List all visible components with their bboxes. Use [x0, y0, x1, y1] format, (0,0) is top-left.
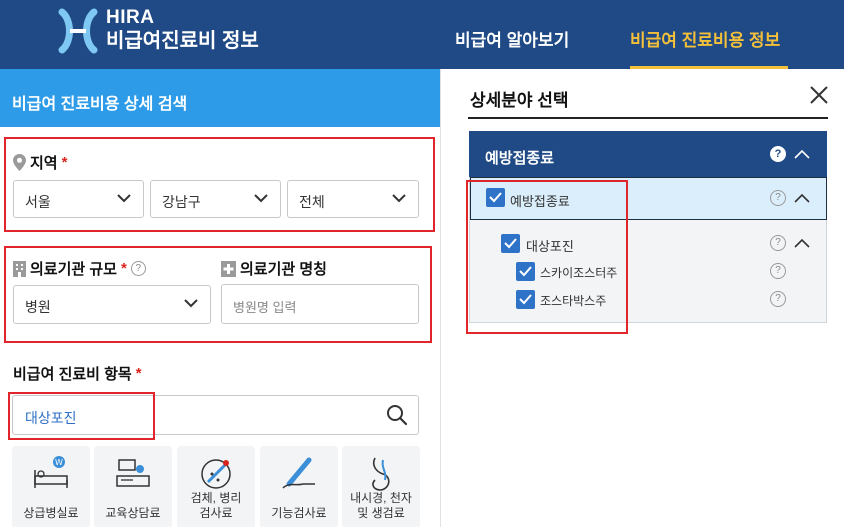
highlight-institution	[4, 246, 432, 343]
brand-line1: HIRA	[106, 7, 155, 28]
hira-logo-icon[interactable]	[58, 8, 98, 54]
nav-noncovered-info[interactable]: 비급여 알아보기	[455, 26, 569, 51]
detail-panel-title: 상세분야 선택	[470, 91, 569, 110]
category-label: 내시경, 천자 및 생검료	[350, 491, 412, 520]
help-icon[interactable]: ?	[770, 190, 786, 206]
help-icon[interactable]: ?	[770, 263, 786, 279]
category-label: 검체, 병리 검사료	[190, 491, 242, 520]
help-icon[interactable]: ?	[770, 291, 786, 307]
search-icon[interactable]	[386, 404, 408, 426]
top-header: HIRA 비급여진료비 정보 비급여 알아보기 비급여 진료비용 정보	[0, 0, 844, 69]
highlight-item	[8, 392, 155, 440]
svg-text:W: W	[55, 458, 63, 467]
hospital-bed-icon: W	[34, 456, 68, 488]
item-label: 비급여 진료비 항목 *	[13, 363, 142, 384]
highlight-region	[4, 137, 435, 232]
highlight-tree	[466, 180, 628, 334]
nav-noncovered-cost[interactable]: 비급여 진료비용 정보	[630, 26, 780, 51]
required-mark: *	[135, 365, 142, 382]
category-label: 교육상담료	[105, 506, 161, 520]
search-panel-title: 비급여 진료비용 상세 검색	[0, 69, 440, 127]
category-endoscopy[interactable]: 내시경, 천자 및 생검료	[342, 446, 420, 527]
close-icon[interactable]	[808, 84, 830, 106]
microscope-icon	[201, 459, 231, 489]
consultation-icon	[116, 459, 150, 487]
chevron-up-icon[interactable]	[794, 193, 810, 203]
item-label-text: 비급여 진료비 항목	[13, 366, 132, 383]
category-consultation[interactable]: 교육상담료	[94, 446, 172, 527]
category-function-test[interactable]: 기능검사료	[260, 446, 338, 527]
help-icon[interactable]: ?	[770, 146, 786, 162]
category-label: 기능검사료	[271, 506, 327, 520]
brand-line2: 비급여진료비 정보	[106, 30, 259, 52]
panel-divider	[440, 69, 441, 527]
category-pathology[interactable]: 검체, 병리 검사료	[177, 446, 255, 527]
endoscope-icon	[372, 457, 390, 491]
thermometer-icon	[282, 457, 315, 489]
chevron-up-icon[interactable]	[794, 238, 810, 248]
brand-title[interactable]: HIRA 비급여진료비 정보	[106, 8, 259, 54]
active-nav-indicator	[630, 66, 788, 69]
chevron-up-icon[interactable]	[794, 149, 810, 159]
category-room-fee[interactable]: W 상급병실료	[12, 446, 90, 527]
help-icon[interactable]: ?	[770, 235, 786, 251]
title-divider	[468, 117, 828, 119]
category-label: 상급병실료	[23, 506, 79, 520]
